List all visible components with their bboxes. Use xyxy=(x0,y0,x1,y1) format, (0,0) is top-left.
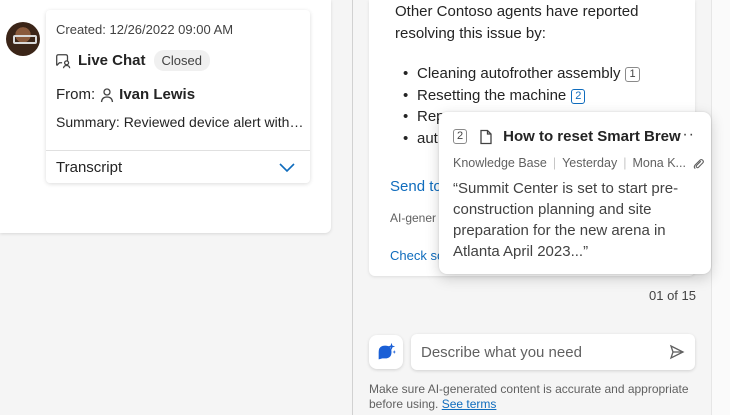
transcript-toggle[interactable]: Transcript xyxy=(46,150,310,183)
popup-meta: Knowledge Base | Yesterday | Mona K... xyxy=(453,156,705,170)
date-label: Yesterday xyxy=(562,156,618,170)
citation-badge[interactable]: 1 xyxy=(625,67,640,82)
created-value: 12/26/2022 09:00 AM xyxy=(109,22,234,37)
popup-header: 2 How to reset Smart Brew xyxy=(453,128,681,145)
created-label: Created: xyxy=(56,22,106,37)
conversation-pane: Created: 12/26/2022 09:00 AM Live Chat C… xyxy=(0,0,352,415)
person-icon xyxy=(101,87,114,102)
see-terms-link[interactable]: See terms xyxy=(442,397,497,411)
copilot-button[interactable] xyxy=(369,335,403,369)
answer-intro: Other Contoso agents have reported resol… xyxy=(395,3,639,42)
from-row: From: Ivan Lewis xyxy=(56,86,195,103)
prompt-input[interactable] xyxy=(421,343,669,361)
list-item: Cleaning autofrother assembly1 xyxy=(403,63,640,85)
separator: | xyxy=(623,156,627,170)
ai-generated-note: AI-gener xyxy=(390,211,437,225)
author-label: Mona K... xyxy=(632,156,686,170)
status-badge: Closed xyxy=(153,50,210,71)
copilot-pane: Other Contoso agents have reported resol… xyxy=(353,0,730,415)
citation-popup[interactable]: 2 How to reset Smart Brew ··· Knowledge … xyxy=(439,112,711,274)
from-label: From: xyxy=(56,86,96,103)
scroll-strip[interactable] xyxy=(711,0,730,415)
ai-disclaimer: Make sure AI-generated content is accura… xyxy=(369,382,689,411)
source-label: Knowledge Base xyxy=(453,156,547,170)
popup-quote: “Summit Center is set to start pre-const… xyxy=(453,180,679,260)
transcript-label: Transcript xyxy=(56,158,123,176)
channel-name: Live Chat xyxy=(78,52,146,69)
avatar[interactable] xyxy=(6,22,40,56)
channel-row: Live Chat Closed xyxy=(54,50,210,71)
conversation-summary: Summary: Reviewed device alert with cust… xyxy=(56,114,304,130)
list-item: Resetting the machine2 xyxy=(403,85,640,107)
result-counter: 01 of 15 xyxy=(649,288,696,303)
prompt-box[interactable] xyxy=(411,334,695,370)
customer-name[interactable]: Ivan Lewis xyxy=(119,86,195,103)
popup-title[interactable]: How to reset Smart Brew xyxy=(503,128,681,145)
send-to-link[interactable]: Send to xyxy=(390,178,442,195)
chat-person-icon xyxy=(56,53,71,68)
more-options-icon[interactable]: ··· xyxy=(676,126,695,144)
paperclip-icon[interactable] xyxy=(692,157,705,170)
created-timestamp: Created: 12/26/2022 09:00 AM xyxy=(56,22,233,37)
summary-text: Reviewed device alert with customer and … xyxy=(123,114,304,130)
chevron-down-icon[interactable] xyxy=(278,161,296,173)
popup-citation-badge: 2 xyxy=(453,129,468,144)
summary-label: Summary: xyxy=(56,114,120,130)
copilot-icon xyxy=(378,342,397,360)
separator: | xyxy=(552,156,557,170)
conversation-card[interactable]: Created: 12/26/2022 09:00 AM Live Chat C… xyxy=(46,10,310,183)
check-sources-link[interactable]: Check so xyxy=(390,248,444,263)
send-icon[interactable] xyxy=(669,344,685,360)
citation-badge[interactable]: 2 xyxy=(571,88,586,104)
document-icon xyxy=(480,129,492,144)
